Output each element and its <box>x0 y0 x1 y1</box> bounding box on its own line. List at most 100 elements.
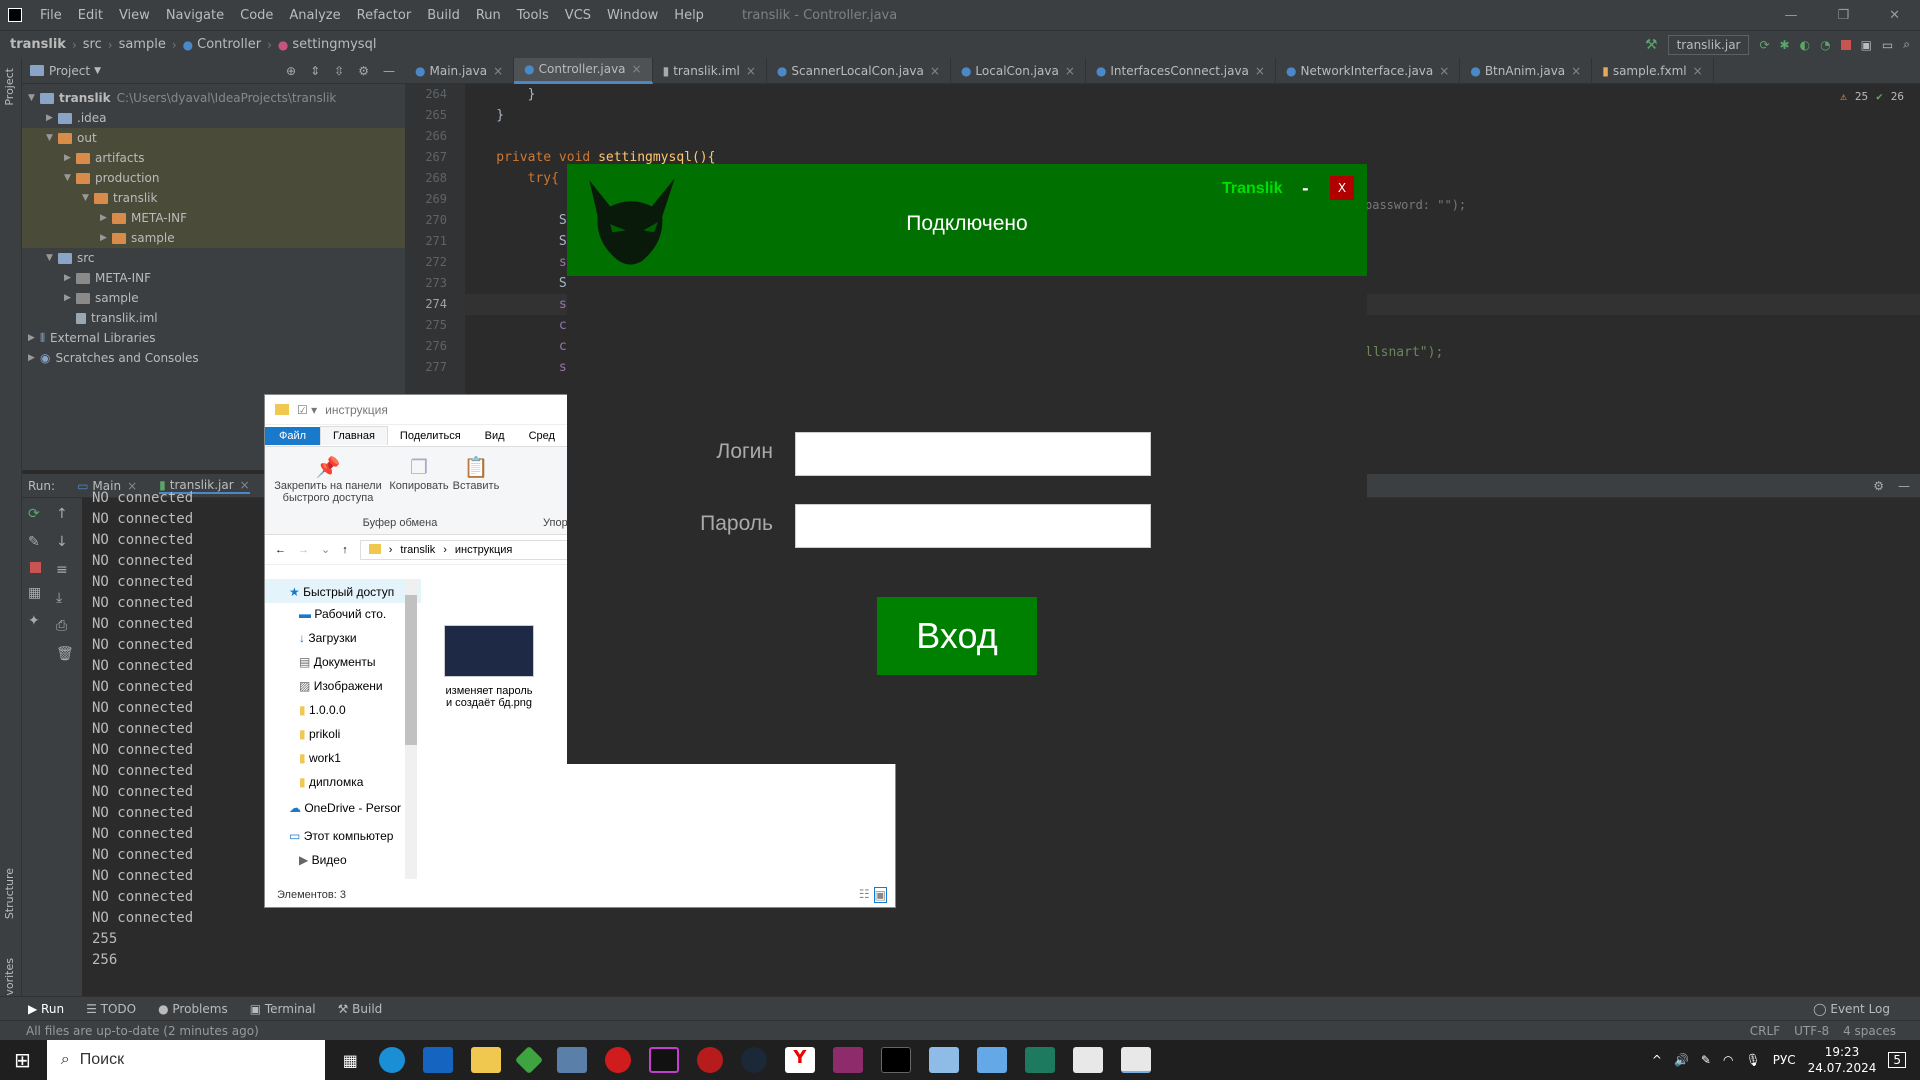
scroll-end-icon[interactable]: ⤓ <box>56 590 74 606</box>
close-tab-icon[interactable]: × <box>493 64 503 78</box>
opera-icon[interactable] <box>604 1047 631 1073</box>
menu-window[interactable]: Window <box>599 8 666 23</box>
quick-access-toolbar[interactable]: ☑ ▾ <box>297 403 317 417</box>
mail-icon[interactable] <box>422 1047 453 1073</box>
tree-item-production[interactable]: ▼ production <box>22 168 405 188</box>
details-view-icon[interactable]: ☷ <box>859 887 870 903</box>
pin-icon[interactable]: ✦ <box>28 613 41 629</box>
tab-main-java[interactable]: ● Main.java × <box>405 57 515 84</box>
mic-icon[interactable]: 🎙 <box>1745 1053 1760 1067</box>
forward-arrow-icon[interactable]: → <box>298 544 309 556</box>
up-arrow-icon[interactable]: ↑ <box>56 506 74 522</box>
language-indicator[interactable]: РУС <box>1773 1053 1796 1067</box>
paste-button[interactable]: 📋 Вставить <box>451 455 501 492</box>
project-tool-label[interactable]: Project <box>3 68 16 106</box>
task-view-icon[interactable]: ▦ <box>343 1051 358 1070</box>
java-app-icon[interactable] <box>1072 1047 1103 1073</box>
tree-item-src-meta-inf[interactable]: ▶ META-INF <box>22 268 405 288</box>
menu-code[interactable]: Code <box>232 8 281 23</box>
crumb-method[interactable]: settingmysql <box>292 37 376 52</box>
close-tab-icon[interactable]: × <box>632 62 642 76</box>
tool-problems[interactable]: ● Problems <box>158 1002 228 1016</box>
close-tab-icon[interactable]: × <box>1571 64 1581 78</box>
yandex-icon[interactable]: Y <box>784 1047 815 1073</box>
terminal-icon[interactable] <box>1024 1047 1055 1073</box>
tab-translik-iml[interactable]: ▮ translik.iml × <box>653 57 767 84</box>
crumb-sample[interactable]: sample <box>119 37 166 52</box>
nav-pictures[interactable]: ▨ Изображени <box>265 675 421 699</box>
hide-panel-icon[interactable]: — <box>383 64 395 78</box>
ribbon-tab-file[interactable]: Файл <box>265 426 321 445</box>
debug-icon[interactable]: ✱ <box>1780 38 1790 52</box>
tab-sample-fxml[interactable]: ▮ sample.fxml × <box>1592 57 1714 84</box>
notifications-icon[interactable]: 5 <box>1888 1052 1906 1068</box>
close-tab-icon[interactable]: × <box>1439 64 1449 78</box>
print-icon[interactable]: ⎙ <box>56 618 74 634</box>
crumb-src[interactable]: src <box>83 37 102 52</box>
tree-item-artifacts[interactable]: ▶ artifacts <box>22 148 405 168</box>
tree-item-src[interactable]: ▼ src <box>22 248 405 268</box>
locate-icon[interactable]: ⊕ <box>286 64 296 78</box>
down-arrow-icon[interactable]: ↓ <box>56 534 74 550</box>
tool-terminal[interactable]: ▣ Terminal <box>250 1002 316 1016</box>
nav-desktop[interactable]: ▬ Рабочий сто. <box>265 603 421 627</box>
ribbon-tab-view[interactable]: Вид <box>473 427 517 445</box>
tab-scannerlocalcon[interactable]: ● ScannerLocalCon.java × <box>767 57 951 84</box>
soft-wrap-icon[interactable]: ≡ <box>56 562 74 578</box>
close-tab-icon[interactable]: × <box>1255 64 1265 78</box>
pin-quick-access-button[interactable]: 📌 Закрепить на панели быстрого доступа <box>271 455 385 504</box>
cmd-icon[interactable] <box>880 1047 911 1073</box>
pen-icon[interactable]: ✎ <box>1701 1053 1711 1067</box>
nav-videos[interactable]: ▶ Видео <box>265 849 421 873</box>
menu-view[interactable]: View <box>111 8 158 23</box>
taskbar-search-box[interactable]: ⌕ Поиск <box>46 1040 325 1080</box>
close-tab-icon[interactable]: × <box>746 64 756 78</box>
large-icons-view-icon[interactable]: ▣ <box>873 887 887 903</box>
project-view-select[interactable]: Project <box>49 64 90 78</box>
nav-onedrive[interactable]: ☁ OneDrive - Persor <box>265 795 421 825</box>
tree-item-out[interactable]: ▼ out <box>22 128 405 148</box>
structure-tool-label[interactable]: Structure <box>3 868 16 919</box>
tab-btnanim[interactable]: ● BtnAnim.java × <box>1460 57 1593 84</box>
menu-file[interactable]: File <box>32 8 70 23</box>
search-everywhere-icon[interactable]: ⌕ <box>1903 37 1910 52</box>
ribbon-tab-home[interactable]: Главная <box>320 426 388 445</box>
collapse-all-icon[interactable]: ⇳ <box>334 64 344 78</box>
menu-analyze[interactable]: Analyze <box>281 8 348 23</box>
login-input[interactable] <box>795 432 1151 476</box>
store-icon[interactable] <box>556 1047 587 1073</box>
tree-root[interactable]: ▼ translik C:\Users\dyaval\IdeaProjects\tr… <box>22 88 405 108</box>
nav-folder-diplomka[interactable]: ▮ дипломка <box>265 771 421 795</box>
event-log[interactable]: ◯ Event Log <box>1813 1002 1920 1016</box>
intellij-icon[interactable] <box>648 1047 679 1073</box>
app-lightblue-icon[interactable] <box>976 1047 1007 1073</box>
menu-navigate[interactable]: Navigate <box>158 8 232 23</box>
volume-icon[interactable]: 🔊 <box>1674 1053 1689 1067</box>
rerun-icon[interactable]: ⟳ <box>1759 38 1769 52</box>
stop-icon[interactable] <box>30 562 41 573</box>
wifi-icon[interactable]: ◠ <box>1723 1053 1733 1067</box>
app-green-icon[interactable] <box>514 1045 544 1075</box>
trash-icon[interactable]: 🗑 <box>56 646 74 662</box>
indent[interactable]: 4 spaces <box>1843 1024 1896 1038</box>
tab-networkinterface[interactable]: ● NetworkInterface.java × <box>1276 57 1461 84</box>
expand-all-icon[interactable]: ⇕ <box>310 64 320 78</box>
menu-help[interactable]: Help <box>666 8 712 23</box>
layout-icon[interactable]: ▦ <box>28 585 41 601</box>
close-window-icon[interactable]: ✕ <box>1889 8 1900 23</box>
tab-controller-java[interactable]: ● Controller.java × <box>514 57 653 84</box>
menu-tools[interactable]: Tools <box>509 8 557 23</box>
nav-folder-prikoli[interactable]: ▮ prikoli <box>265 723 421 747</box>
nav-this-pc[interactable]: ▭ Этот компьютер <box>265 825 421 849</box>
line-separator[interactable]: CRLF <box>1750 1024 1780 1038</box>
tab-interfacesconnect[interactable]: ● InterfacesConnect.java × <box>1086 57 1276 84</box>
login-submit-button[interactable]: Вход <box>877 597 1037 675</box>
minimize-icon[interactable]: — <box>1784 8 1797 23</box>
nav-documents[interactable]: ▤ Документы <box>265 651 421 675</box>
winrar-icon[interactable] <box>832 1047 863 1073</box>
menu-run[interactable]: Run <box>468 8 509 23</box>
nav-quick-access[interactable]: ★ Быстрый доступ <box>265 579 421 603</box>
close-tab-icon[interactable]: × <box>1693 64 1703 78</box>
tree-item-meta-inf[interactable]: ▶ META-INF <box>22 208 405 228</box>
clock[interactable]: 19:23 24.07.2024 <box>1808 1044 1877 1076</box>
